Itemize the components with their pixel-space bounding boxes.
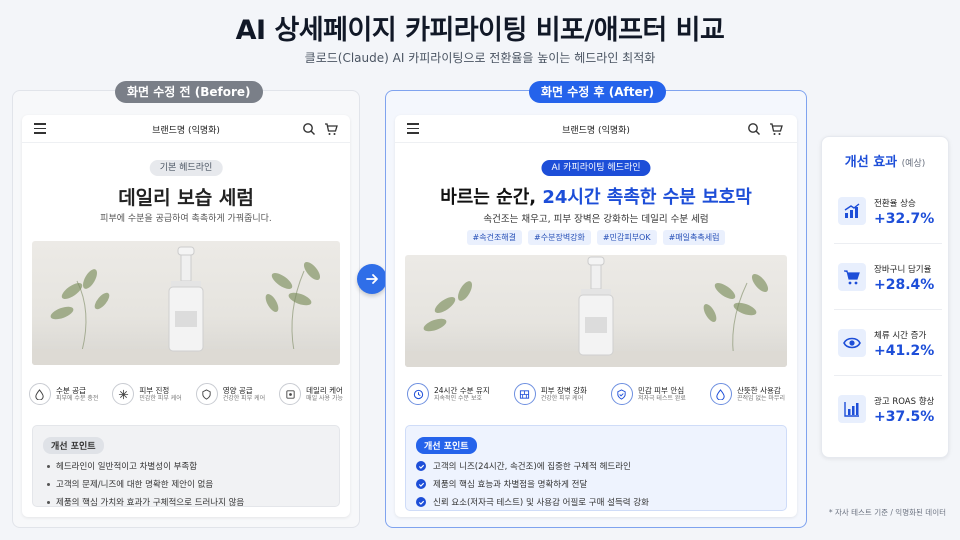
drop-sparkle-icon: [709, 383, 732, 405]
cart-icon: [838, 263, 866, 291]
headline-type-tag: 기본 헤드라인: [149, 160, 223, 176]
clock-icon: [407, 383, 430, 405]
effects-panel: 개선 효과 (예상) 전환율 상승 +32.7% 장바구니 담기율 +28.4%…: [821, 136, 949, 458]
footnote: * 자사 테스트 기준 / 익명화된 데이터: [828, 508, 946, 517]
points-title: 개선 포인트: [416, 437, 477, 454]
feature-item: 민감 피부 안심 저자극 테스트 완료: [610, 383, 686, 405]
list-item: 헤드라인이 일반적이고 차별성이 부족함: [43, 460, 329, 472]
headline: 바르는 순간, 24시간 촉촉한 수분 보호막: [440, 187, 752, 208]
sub-copy: 피부에 수분을 공급하여 촉촉하게 가꿔줍니다.: [100, 214, 272, 224]
metric-item: 장바구니 담기율 +28.4%: [834, 255, 942, 311]
improvement-points: 개선 포인트 헤드라인이 일반적이고 차별성이 부족함 고객의 문제/니즈에 대…: [32, 425, 340, 508]
water-drop-icon: [28, 383, 51, 405]
improvement-points: 개선 포인트 고객의 니즈(24시간, 속건조)에 집중한 구체적 헤드라인 제…: [405, 425, 787, 511]
after-page-preview: 브랜드명 (익명화) AI 카피라이팅 헤드라인 바르는 순간, 24시간 촉촉…: [395, 115, 797, 517]
shield-icon: [195, 383, 218, 405]
metric-item: 광고 ROAS 향상 +37.5%: [838, 387, 938, 443]
after-label: 화면 수정 후 (After): [529, 81, 667, 103]
eye-icon: [838, 329, 866, 357]
before-page-preview: 브랜드명 (익명화) 기본 헤드라인 데일리 보습 세럼 피부에 수분을 공급하…: [22, 115, 350, 517]
list-item: 고객의 니즈(24시간, 속건조)에 집중한 구체적 헤드라인: [416, 460, 776, 472]
headline-type-tag: AI 카피라이팅 헤드라인: [541, 160, 651, 176]
bar-chart-icon: [838, 395, 866, 423]
check-icon: [416, 497, 426, 507]
before-label: 화면 수정 전 (Before): [115, 81, 263, 103]
feature-item: 영양 공급 건강한 피부 케어: [195, 383, 265, 405]
list-item: 제품의 핵심 가치와 효과가 구체적으로 드러나지 않음: [43, 496, 329, 508]
feature-item: 산뜻한 사용감 끈적임 없는 마무리: [709, 383, 785, 405]
shield-check-icon: [610, 383, 633, 405]
brand-name: 브랜드명 (익명화): [562, 126, 630, 136]
search-icon[interactable]: [747, 122, 761, 136]
soothing-icon: [112, 383, 135, 405]
check-icon: [416, 479, 426, 489]
list-item: 제품의 핵심 효능과 차별점을 명확하게 전달: [416, 478, 776, 490]
list-item: 신뢰 요소(저자극 테스트) 및 사용감 어필로 구매 설득력 강화: [416, 496, 776, 508]
effects-title: 개선 효과 (예상): [844, 155, 926, 170]
search-icon[interactable]: [302, 122, 316, 136]
feature-item: 24시간 수분 유지 지속적인 수분 보호: [407, 383, 490, 405]
feature-item: 수분 공급 피부에 수분 충전: [28, 383, 98, 405]
arrow-right-icon: [357, 264, 387, 294]
feature-icons-row: 수분 공급 피부에 수분 충전 피부 진정 민감한 피부 케어 영양 공급 건강한 피…: [22, 383, 350, 405]
hashtag-list: #속건조해결 #수분장벽강화 #민감피부OK #매일촉촉세럼: [395, 230, 797, 245]
check-icon: [416, 461, 426, 471]
hashtag: #민감피부OK: [596, 230, 657, 245]
metric-item: 체류 시간 증가 +41.2%: [834, 321, 942, 377]
product-image: [32, 241, 340, 365]
cart-icon[interactable]: [324, 122, 338, 136]
feature-item: 피부 진정 민감한 피부 케어: [112, 383, 182, 405]
mobile-topbar: 브랜드명 (익명화): [395, 115, 797, 143]
page-subtitle: 클로드(Claude) AI 카피라이팅으로 전환율을 높이는 헤드라인 최적화: [304, 51, 656, 65]
growth-chart-icon: [838, 197, 866, 225]
headline: 데일리 보습 세럼: [118, 187, 254, 209]
list-item: 고객의 문제/니즈에 대한 명확한 제안이 없음: [43, 478, 329, 490]
points-title: 개선 포인트: [43, 437, 104, 454]
product-image: [405, 255, 787, 367]
feature-item: 데일리 케어 매일 사용 가능: [279, 383, 343, 405]
hashtag: #수분장벽강화: [528, 230, 591, 245]
hashtag: #속건조해결: [466, 230, 523, 245]
daily-icon: [279, 383, 302, 405]
page-title: AI 상세페이지 카피라이팅 비포/애프터 비교: [235, 15, 725, 46]
metric-item: 전환율 상승 +32.7%: [834, 189, 942, 245]
cart-icon[interactable]: [769, 122, 783, 136]
brand-name: 브랜드명 (익명화): [152, 126, 220, 136]
hashtag: #매일촉촉세럼: [662, 230, 726, 245]
barrier-icon: [513, 383, 536, 405]
mobile-topbar: 브랜드명 (익명화): [22, 115, 350, 143]
sub-copy: 속건조는 채우고, 피부 장벽은 강화하는 데일리 수분 세럼: [483, 214, 709, 225]
feature-item: 피부 장벽 강화 건강한 피부 케어: [513, 383, 587, 405]
feature-icons-row: 24시간 수분 유지 지속적인 수분 보호 피부 장벽 강화 건강한 피부 케어 민…: [395, 383, 797, 405]
